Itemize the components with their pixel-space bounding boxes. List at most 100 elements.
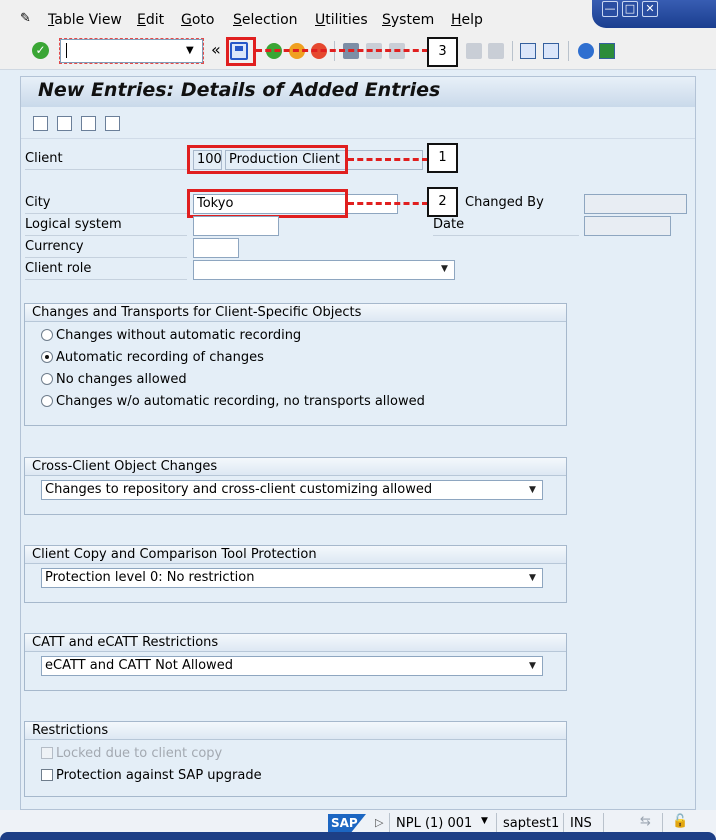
callout-2: 2 <box>427 187 458 217</box>
next-entry-icon[interactable] <box>105 116 120 131</box>
menu-goto[interactable]: Goto <box>181 12 214 28</box>
menu-utilities[interactable]: Utilities <box>315 12 368 28</box>
menu-table-view[interactable]: Table View <box>48 12 122 28</box>
callout-line-3 <box>256 49 428 52</box>
collapse-command-icon[interactable]: « <box>211 40 221 59</box>
chevron-down-icon[interactable]: ▼ <box>441 264 448 274</box>
highlight-client <box>187 145 348 174</box>
label-underline <box>25 213 187 214</box>
group-title: Restrictions <box>32 723 109 738</box>
application-toolbar <box>21 107 695 139</box>
currency-label: Currency <box>25 239 84 254</box>
window-bottom-border <box>0 832 716 840</box>
cross-client-select[interactable]: Changes to repository and cross-client c… <box>41 480 543 500</box>
radio-label: No changes allowed <box>56 372 187 387</box>
radio-button[interactable] <box>41 373 53 385</box>
chevron-down-icon[interactable]: ▼ <box>529 573 536 583</box>
radio-button[interactable] <box>41 329 53 341</box>
toolbar-separator <box>512 41 513 61</box>
label-underline <box>433 235 579 236</box>
chevron-down-icon[interactable]: ▼ <box>529 485 536 495</box>
checkbox[interactable] <box>41 769 53 781</box>
date-field <box>584 216 671 236</box>
chevron-down-icon[interactable]: ▼ <box>481 816 488 826</box>
callout-line-1 <box>348 158 428 161</box>
client-role-select[interactable] <box>193 260 455 280</box>
label-underline <box>25 169 187 170</box>
create-shortcut-icon[interactable] <box>543 43 559 59</box>
play-icon[interactable]: ▷ <box>375 816 383 829</box>
create-session-icon[interactable] <box>520 43 536 59</box>
status-separator <box>389 813 390 833</box>
menu-help[interactable]: Help <box>451 12 483 28</box>
checkbox-label: Locked due to client copy <box>56 746 223 761</box>
protection-checkbox-row[interactable]: Protection against SAP upgrade <box>41 768 262 783</box>
status-separator <box>662 813 663 833</box>
chevron-down-icon[interactable]: ▼ <box>186 45 194 56</box>
page-title: New Entries: Details of Added Entries <box>38 79 441 101</box>
radio-no-transports[interactable]: Changes w/o automatic recording, no tran… <box>41 394 425 409</box>
menu-selection[interactable]: Selection <box>233 12 298 28</box>
menu-system[interactable]: System <box>382 12 434 28</box>
label-underline <box>25 279 187 280</box>
logical-system-label: Logical system <box>25 217 122 232</box>
help-icon[interactable] <box>578 43 594 59</box>
checkbox <box>41 747 53 759</box>
status-separator <box>563 813 564 833</box>
group-title: Client Copy and Comparison Tool Protecti… <box>32 547 317 562</box>
radio-changes-without-recording[interactable]: Changes without automatic recording <box>41 328 301 343</box>
city-label: City <box>25 195 51 210</box>
menu-edit[interactable]: Edit <box>137 12 164 28</box>
catt-select[interactable]: eCATT and CATT Not Allowed <box>41 656 543 676</box>
highlight-save <box>226 37 256 66</box>
main-screen <box>20 76 696 810</box>
system-info: NPL (1) 001 <box>396 816 473 831</box>
checkbox-label: Protection against SAP upgrade <box>56 768 262 783</box>
client-copy-select[interactable]: Protection level 0: No restriction <box>41 568 543 588</box>
status-separator <box>603 813 604 833</box>
edit-pencil-icon[interactable] <box>33 116 48 131</box>
maximize-icon[interactable]: □ <box>622 1 638 17</box>
enter-check-icon[interactable]: ✓ <box>32 42 49 59</box>
group-header: Changes and Transports for Client-Specif… <box>25 304 566 322</box>
radio-button-selected[interactable] <box>41 351 53 363</box>
window-controls: — □ ✕ <box>592 0 716 28</box>
group-header: CATT and eCATT Restrictions <box>25 634 566 652</box>
changes-transports-group: Changes and Transports for Client-Specif… <box>24 303 567 426</box>
radio-label: Changes without automatic recording <box>56 328 302 343</box>
logical-system-field[interactable] <box>193 216 279 236</box>
callout-3: 3 <box>427 37 458 67</box>
changed-by-label: Changed By <box>465 195 544 210</box>
label-underline <box>25 257 187 258</box>
locked-checkbox-row: Locked due to client copy <box>41 746 222 761</box>
client-label: Client <box>25 151 63 166</box>
delete-icon[interactable] <box>57 116 72 131</box>
previous-entry-icon[interactable] <box>81 116 96 131</box>
close-icon[interactable]: ✕ <box>642 1 658 17</box>
last-page-icon[interactable] <box>488 43 504 59</box>
changed-by-field <box>584 194 687 214</box>
client-copy-group: Client Copy and Comparison Tool Protecti… <box>24 545 567 603</box>
currency-field[interactable] <box>193 238 239 258</box>
radio-automatic-recording[interactable]: Automatic recording of changes <box>41 350 264 365</box>
layout-menu-icon[interactable] <box>599 43 615 59</box>
input-mode[interactable]: INS <box>570 816 592 831</box>
radio-button[interactable] <box>41 395 53 407</box>
toolbar-separator <box>568 41 569 61</box>
server-name: saptest1 <box>503 816 560 831</box>
client-role-label: Client role <box>25 261 92 276</box>
radio-label: Automatic recording of changes <box>56 350 264 365</box>
connection-icon: ⇆ <box>640 814 651 829</box>
chevron-down-icon[interactable]: ▼ <box>529 661 536 671</box>
group-title: Cross-Client Object Changes <box>32 459 218 474</box>
command-field[interactable] <box>59 38 204 64</box>
radio-no-changes[interactable]: No changes allowed <box>41 372 187 387</box>
lock-icon[interactable]: 🔓 <box>672 814 688 829</box>
minimize-icon[interactable]: — <box>602 1 618 17</box>
menu-icon[interactable]: ✎ <box>20 12 36 26</box>
callout-1: 1 <box>427 143 458 173</box>
date-label: Date <box>433 217 465 232</box>
first-page-icon[interactable] <box>466 43 482 59</box>
text-cursor <box>66 43 67 58</box>
label-underline <box>25 235 187 236</box>
